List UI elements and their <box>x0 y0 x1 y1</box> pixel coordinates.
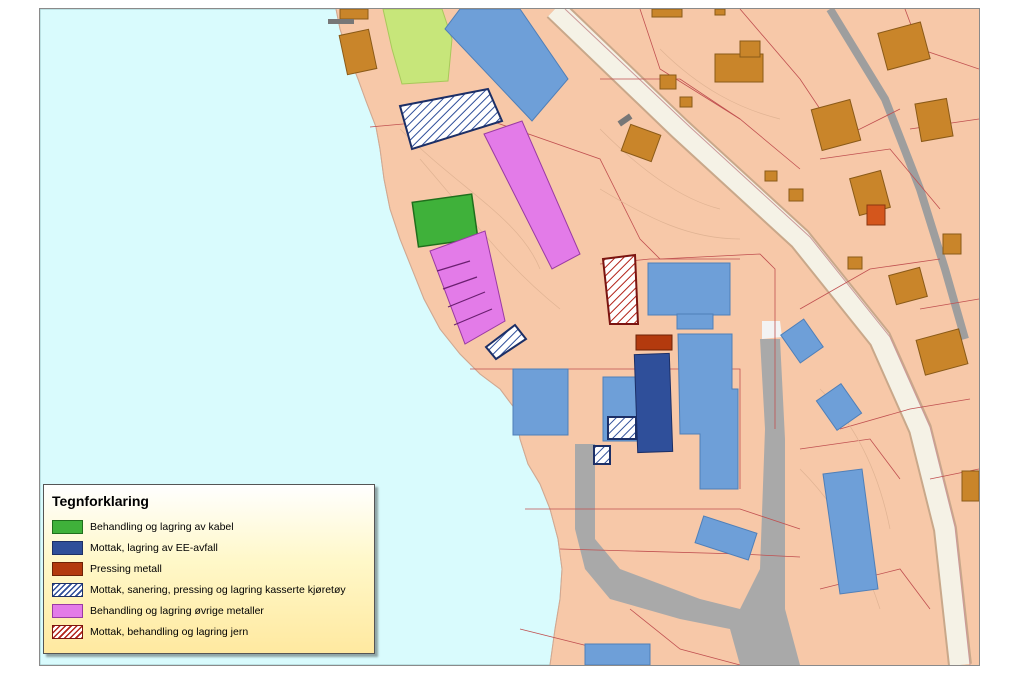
legend-item: Behandling og lagring av kabel <box>52 516 366 537</box>
building-west-shed <box>512 368 569 436</box>
legend-swatch <box>52 519 83 534</box>
pier-structure <box>328 19 354 24</box>
legend-swatch <box>52 582 83 597</box>
gravel-yard <box>762 321 782 339</box>
legend-label: Mottak, behandling og lagring jern <box>90 625 249 638</box>
legend-item: Pressing metall <box>52 558 366 579</box>
zone-ee-waste <box>633 352 674 454</box>
legend-item: Mottak, lagring av EE-avfall <box>52 537 366 558</box>
legend-swatch <box>52 603 83 618</box>
legend-swatch <box>52 624 83 639</box>
legend-swatch <box>52 540 83 555</box>
building-bottom-edge <box>584 643 651 665</box>
house-red-roof <box>866 204 886 226</box>
legend-title: Tegnforklaring <box>52 493 149 509</box>
legend-label: Mottak, sanering, pressing og lagring ka… <box>90 583 346 596</box>
legend-label: Pressing metall <box>90 562 162 575</box>
zone-vehicles-south-a <box>607 416 637 440</box>
map-legend: Tegnforklaring Behandling og lagring av … <box>43 484 375 654</box>
zone-iron <box>601 253 640 325</box>
building-east-hall <box>647 262 731 316</box>
legend-items: Behandling og lagring av kabel Mottak, la… <box>52 516 366 642</box>
legend-item: Behandling og lagring øvrige metaller <box>52 600 366 621</box>
legend-label: Behandling og lagring øvrige metaller <box>90 604 264 617</box>
building-east-hall-annex <box>676 313 714 330</box>
legend-label: Mottak, lagring av EE-avfall <box>90 541 218 554</box>
legend-label: Behandling og lagring av kabel <box>90 520 234 533</box>
zone-vehicles-south-b <box>593 445 611 465</box>
legend-swatch <box>52 561 83 576</box>
zone-pressing <box>635 334 673 351</box>
legend-item: Mottak, behandling og lagring jern <box>52 621 366 642</box>
legend-item: Mottak, sanering, pressing og lagring ka… <box>52 579 366 600</box>
